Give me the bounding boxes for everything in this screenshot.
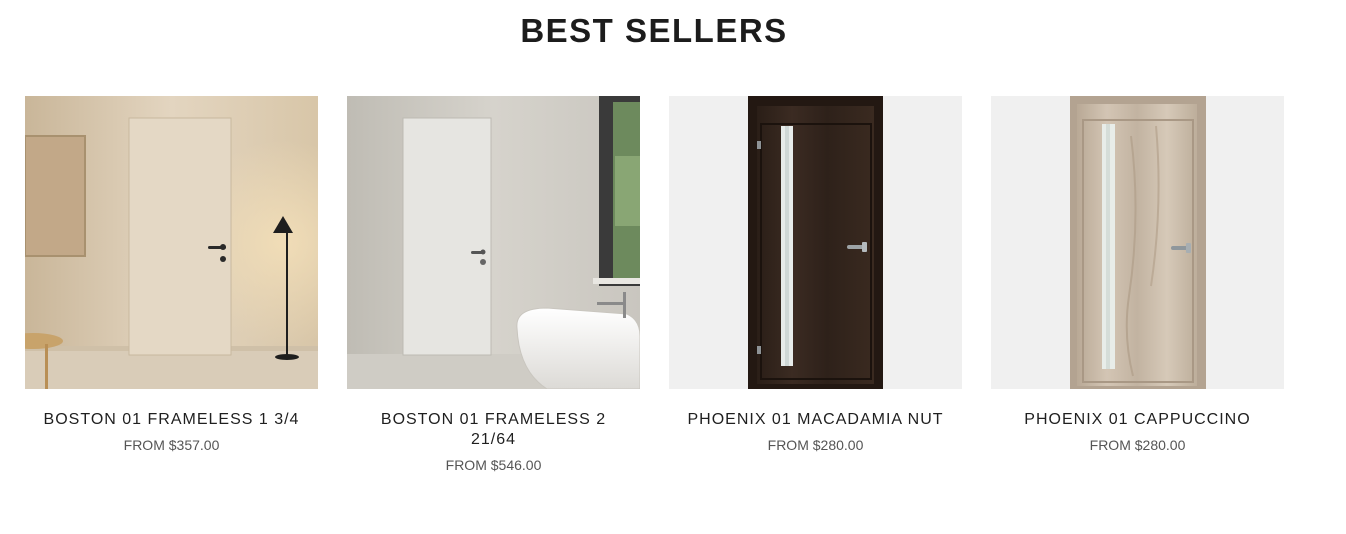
light-wood-door-photo [991,96,1284,389]
bathroom-door-photo [347,96,640,389]
product-card-phoenix-macadamia[interactable]: PHOENIX 01 MACADAMIA NUT FROM $280.00 [669,96,962,453]
product-image[interactable] [25,96,318,389]
product-name[interactable]: BOSTON 01 FRAMELESS 1 3/4 [37,410,306,430]
product-card-phoenix-cappuccino[interactable]: PHOENIX 01 CAPPUCCINO FROM $280.00 [991,96,1284,453]
product-price: FROM $357.00 [123,437,220,453]
product-price: FROM $546.00 [445,457,542,473]
product-name[interactable]: PHOENIX 01 MACADAMIA NUT [681,410,950,430]
product-price: FROM $280.00 [767,437,864,453]
section-title: BEST SELLERS [520,12,788,49]
dark-wood-door-photo [669,96,962,389]
product-price: FROM $280.00 [1089,437,1186,453]
product-card-boston-frameless-2[interactable]: BOSTON 01 FRAMELESS 2 21/64 FROM $546.00 [347,96,640,473]
product-image[interactable] [991,96,1284,389]
product-name[interactable]: BOSTON 01 FRAMELESS 2 21/64 [359,410,628,450]
product-name[interactable]: PHOENIX 01 CAPPUCCINO [1003,410,1272,430]
product-image[interactable] [669,96,962,389]
product-card-boston-frameless-1[interactable]: BOSTON 01 FRAMELESS 1 3/4 FROM $357.00 [25,96,318,453]
product-image[interactable] [347,96,640,389]
room-door-photo [25,96,318,389]
